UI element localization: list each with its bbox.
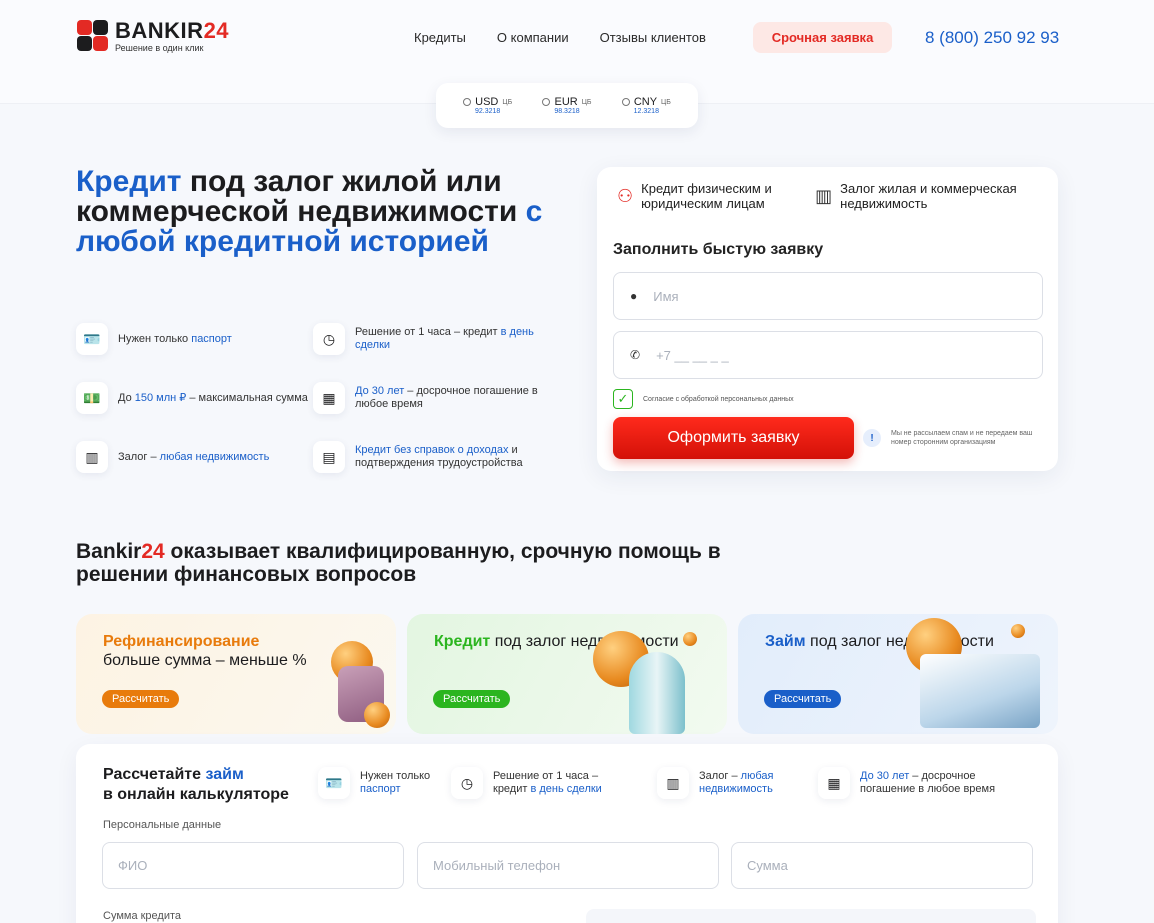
people-icon: ⚇ (617, 185, 634, 206)
document-icon: ▤ (313, 441, 345, 473)
coin-icon (683, 632, 697, 646)
feature-item: ◷ Решение от 1 часа – кредит в день сделк… (313, 323, 566, 355)
privacy-note: ! Мы не рассылаем спам и не передаем ваш … (863, 429, 1048, 447)
coin-icon (364, 702, 390, 728)
money-icon: 💵 (76, 382, 108, 414)
phone-icon: ✆ (630, 348, 641, 362)
building-icon (629, 652, 685, 734)
house-icon (920, 654, 1040, 728)
currency-icon (463, 98, 472, 106)
feature-item: 💵 До 150 млн ₽ – максимальная сумма (76, 382, 313, 414)
feature-item: ▥ Залог – любая недвижимость (76, 441, 313, 473)
feature-item: ▦ До 30 лет – досрочное погашение в любое… (313, 382, 566, 414)
building-icon: ▥ (76, 441, 108, 473)
user-icon: ● (630, 289, 638, 303)
card-credit[interactable]: Кредит под залог недвижимости Рассчитать (407, 614, 727, 734)
submit-request-button[interactable]: Оформить заявку (613, 417, 854, 459)
rate-cny: CNY ЦБ 12.3218 (621, 96, 671, 115)
calc-feature: ◷ Решение от 1 часа – кредит в день сделки (451, 767, 602, 799)
rate-usd: USD ЦБ 92.3218 (463, 96, 512, 115)
rate-eur: EUR ЦБ 98.3218 (542, 96, 592, 115)
tab-property[interactable]: ▥ Залог жилая и коммерческая недвижимость (815, 181, 1040, 211)
phone-field[interactable]: ✆ +7 __ __ _ _ (613, 331, 1043, 379)
nav-item-reviews[interactable]: Отзывы клиентов (600, 30, 706, 45)
calc-feature: 🪪 Нужен только паспорт (318, 767, 430, 799)
nav-item-about[interactable]: О компании (497, 30, 569, 45)
quick-request-form: ⚇ Кредит физическим и юридическим лицам ▥… (597, 167, 1058, 471)
currency-icon (621, 98, 630, 106)
consent-checkbox[interactable]: ✓ Согласие с обработкой персональных данн… (613, 389, 794, 409)
calculate-button[interactable]: Рассчитать (764, 690, 842, 708)
loan-calculator: Рассчетайте займ в онлайн калькуляторе 🪪 Н… (76, 744, 1058, 923)
logo-name: BANKIR24 (115, 18, 230, 43)
building-icon: ▥ (657, 767, 689, 799)
info-icon: ! (863, 429, 881, 447)
logo[interactable]: BANKIR24 Решение в один клик (77, 20, 229, 53)
loan-amount-slider[interactable] (586, 909, 1036, 923)
feature-item: 🪪 Нужен только паспорт (76, 323, 313, 355)
loan-amount-label: Сумма кредита (103, 910, 182, 922)
main-nav: Кредиты О компании Отзывы клиентов (414, 30, 706, 45)
product-cards: Рефинансирование больше сумма – меньше % … (76, 614, 1058, 734)
tab-individuals[interactable]: ⚇ Кредит физическим и юридическим лицам (617, 181, 793, 211)
logo-mark-icon (77, 20, 109, 52)
card-loan[interactable]: Займ под залог недвижимости Рассчитать (738, 614, 1058, 734)
nav-item-credits[interactable]: Кредиты (414, 30, 466, 45)
building-icon: ▥ (815, 185, 833, 206)
currency-icon (542, 98, 551, 106)
calc-feature: ▦ До 30 лет – досрочное погашение в любое… (818, 767, 1015, 799)
passport-icon: 🪪 (76, 323, 108, 355)
calc-feature: ▥ Залог – любая недвижимость (657, 767, 789, 799)
urgent-request-button[interactable]: Срочная заявка (753, 22, 892, 53)
currency-rates: USD ЦБ 92.3218 EUR ЦБ 98.3218 CNY ЦБ 12.321… (436, 83, 698, 128)
feature-item: ▤ Кредит без справок о доходах и подтверж… (313, 441, 566, 473)
calculator-title: Рассчетайте займ в онлайн калькуляторе (103, 766, 289, 803)
clock-icon: ◷ (313, 323, 345, 355)
form-heading: Заполнить быстую заявку (613, 241, 824, 258)
fio-input[interactable]: ФИО (102, 842, 404, 889)
passport-icon: 🪪 (318, 767, 350, 799)
calendar-icon: ▦ (313, 382, 345, 414)
phone-link[interactable]: 8 (800) 250 92 93 (925, 28, 1059, 48)
calendar-icon: ▦ (818, 767, 850, 799)
clock-icon: ◷ (451, 767, 483, 799)
calculate-button[interactable]: Рассчитать (102, 690, 180, 708)
personal-data-label: Персональные данные (103, 819, 222, 831)
mobile-input[interactable]: Мобильный телефон (417, 842, 719, 889)
card-refinancing[interactable]: Рефинансирование больше сумма – меньше % … (76, 614, 396, 734)
logo-tagline: Решение в один клик (115, 43, 204, 53)
section-title: Bankir24 оказывает квалифицированную, ср… (76, 540, 721, 586)
calculate-button[interactable]: Рассчитать (433, 690, 511, 708)
check-icon: ✓ (613, 389, 633, 409)
coin-icon (1011, 624, 1025, 638)
hero-features: 🪪 Нужен только паспорт ◷ Решение от 1 часа… (76, 323, 566, 473)
hero-title: Кредит под залог жилой или коммерческой … (76, 165, 543, 258)
sum-input[interactable]: Сумма (731, 842, 1033, 889)
name-field[interactable]: ● Имя (613, 272, 1043, 320)
